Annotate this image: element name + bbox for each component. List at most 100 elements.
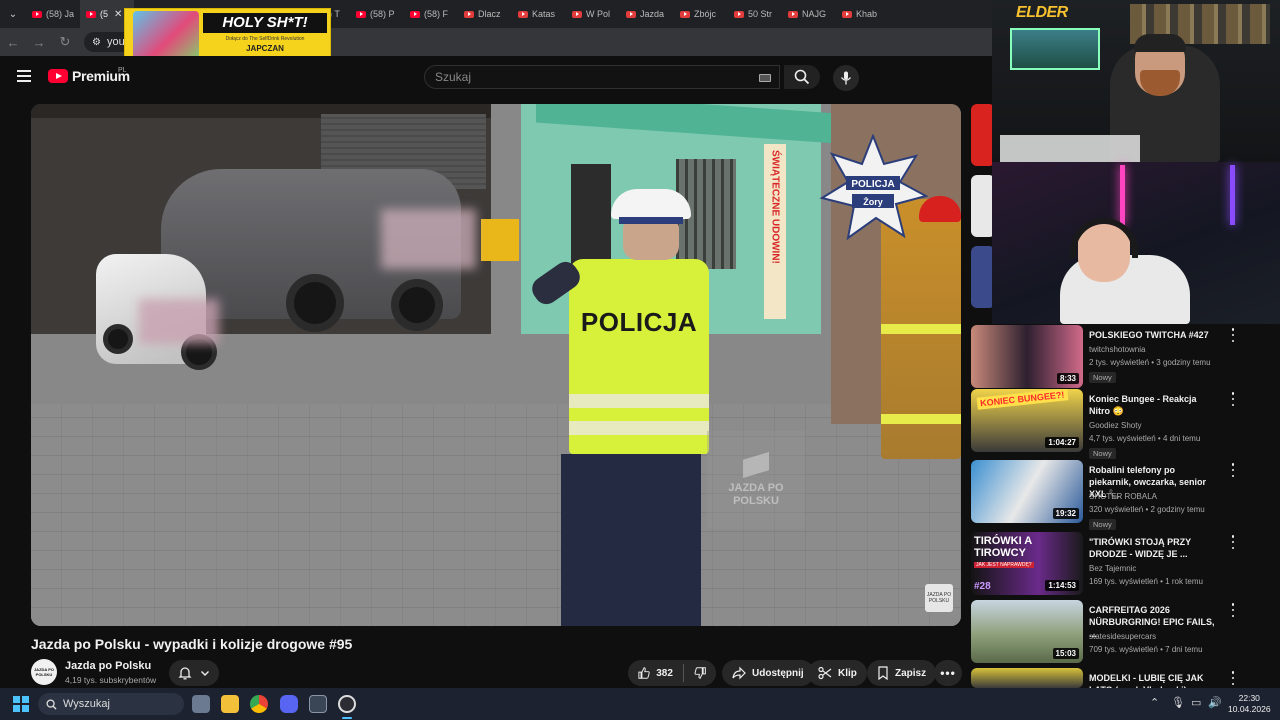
rec-thumbnail[interactable]: KONIEC BUNGEE?! 1:04:27 <box>971 389 1083 452</box>
obs-icon[interactable] <box>338 695 356 713</box>
thumbs-up-icon[interactable] <box>638 666 650 680</box>
rec-thumbnail-text: TIRÓWKI A TIROWCY <box>974 535 1032 559</box>
rec-title[interactable]: POLSKIEGO TWITCHA #427 <box>1089 329 1219 341</box>
rec-title[interactable]: MODELKI - LUBIĘ CIĘ JAK LATO (prod. Vlod… <box>1089 672 1219 688</box>
browser-tab[interactable]: W Pol <box>566 0 620 28</box>
rec-channel[interactable]: Bez Tajemnic <box>1089 564 1136 573</box>
rec-thumbnail[interactable]: 15:03 <box>971 600 1083 663</box>
tab-title: Dlacz <box>478 9 501 19</box>
channel-name[interactable]: Jazda po Polsku <box>65 660 151 672</box>
save-button[interactable]: Zapisz <box>867 660 937 686</box>
video-blurred-plate <box>139 299 219 344</box>
rec-duration: 8:33 <box>1056 373 1079 384</box>
tab-title: Katas <box>532 9 556 19</box>
browser-tab[interactable]: Khab <box>836 0 890 28</box>
video-car-wheel <box>286 274 344 332</box>
youtube-favicon-icon <box>32 10 42 18</box>
search-button[interactable] <box>784 65 820 89</box>
rec-channel[interactable]: Goodiez Shoty <box>1089 421 1141 430</box>
browser-tab[interactable]: Jazda <box>620 0 674 28</box>
back-icon[interactable]: ← <box>6 35 20 50</box>
share-button[interactable]: Udostępnij <box>722 660 814 686</box>
clip-button[interactable]: Klip <box>808 660 867 686</box>
like-count[interactable]: 382 <box>656 668 673 679</box>
task-view-icon[interactable] <box>192 695 210 713</box>
video-reflective-stripe <box>881 324 961 334</box>
taskbar-search[interactable]: Wyszukaj <box>38 693 184 715</box>
rec-thumbnail-number: #28 <box>974 581 991 592</box>
discord-icon[interactable] <box>280 695 298 713</box>
browser-tab[interactable]: (58) P <box>350 0 404 28</box>
clock-date: 10.04.2026 <box>1228 704 1271 714</box>
file-explorer-icon[interactable] <box>221 695 239 713</box>
chrome-icon[interactable] <box>250 695 268 713</box>
video-cap-visor <box>619 217 683 224</box>
scissors-icon <box>818 666 832 680</box>
browser-tab[interactable]: Zbójc <box>674 0 728 28</box>
tab-title: 50 Str <box>748 9 773 19</box>
rec-channel[interactable]: statesidesupercars <box>1089 632 1156 641</box>
microphone-tray-icon[interactable]: 🎙 <box>1171 696 1185 709</box>
browser-tab[interactable]: (58) F <box>404 0 458 28</box>
volume-icon[interactable]: 🔊 <box>1208 696 1222 709</box>
channel-avatar[interactable]: JAZDA PO POLSKU <box>31 659 57 685</box>
rec-thumbnail[interactable]: 19:32 <box>971 460 1083 523</box>
keyboard-icon[interactable] <box>759 74 771 82</box>
menu-icon[interactable] <box>17 70 31 82</box>
browser-tab[interactable]: Dlacz <box>458 0 512 28</box>
voice-search-button[interactable] <box>833 65 859 91</box>
rec-channel[interactable]: SHOTER ROBALA <box>1089 492 1157 501</box>
tab-title: W Pol <box>586 9 611 19</box>
video-player[interactable]: ŚWIĄTECZNE UDOWIN! POLICJA POLICJA Żory … <box>31 104 961 626</box>
more-actions-button[interactable]: ••• <box>934 660 962 686</box>
network-icon[interactable]: ▭ <box>1191 696 1201 709</box>
search-input[interactable]: Szukaj <box>424 65 780 89</box>
rec-thumbnail[interactable]: 8:33 <box>971 325 1083 388</box>
notifications-button[interactable] <box>169 660 219 686</box>
rec-thumbnail[interactable]: TIRÓWKI A TIROWCY JAK JEST NAPRAWDĘ? #28 1:… <box>971 532 1083 595</box>
rec-title[interactable]: "TIRÓWKI STOJĄ PRZY DRODZE - WIDZĘ JE ..… <box>1089 536 1219 560</box>
browser-tab[interactable]: 50 Str <box>728 0 782 28</box>
more-vertical-icon[interactable] <box>1228 463 1238 477</box>
more-vertical-icon[interactable] <box>1228 392 1238 406</box>
system-clock[interactable]: 22:30 10.04.2026 <box>1228 693 1271 715</box>
country-code: PL <box>118 67 127 74</box>
site-favicon-icon <box>788 10 798 18</box>
active-app-indicator <box>342 717 352 719</box>
video-meter-box <box>481 219 519 261</box>
youtube-favicon-icon <box>356 10 366 18</box>
tab-title: (5 <box>100 9 109 19</box>
rec-channel[interactable]: twitchshotownia <box>1089 345 1145 354</box>
channel-corner-logo[interactable]: JAZDA PO POLSKU <box>925 584 953 612</box>
clip-label: Klip <box>838 667 857 679</box>
bell-icon <box>178 667 192 680</box>
more-vertical-icon[interactable] <box>1228 671 1238 685</box>
more-vertical-icon[interactable] <box>1228 328 1238 342</box>
app-icon[interactable] <box>309 695 327 713</box>
close-icon[interactable]: ✕ <box>114 9 122 20</box>
more-vertical-icon[interactable] <box>1228 603 1238 617</box>
tab-title: NAJG <box>802 9 827 19</box>
chevron-down-icon <box>201 671 209 676</box>
windows-start-icon[interactable] <box>13 696 29 712</box>
reload-icon[interactable]: ↻ <box>58 34 72 50</box>
rec-new-badge: Nowy <box>1089 372 1116 383</box>
more-vertical-icon[interactable] <box>1228 535 1238 549</box>
tray-overflow-icon[interactable]: ⌃ <box>1150 696 1159 709</box>
rec-title[interactable]: Koniec Bungee - Reakcja Nitro 😳 <box>1089 393 1219 417</box>
rec-thumbnail[interactable] <box>971 668 1083 688</box>
save-label: Zapisz <box>895 667 927 679</box>
tab-search-button[interactable]: ⌄ <box>0 0 26 28</box>
watermark-line1: JAZDA PO <box>728 482 784 494</box>
rec-meta: 169 tys. wyświetleń • 1 rok temu <box>1089 577 1203 586</box>
browser-tab[interactable]: Katas <box>512 0 566 28</box>
browser-tab[interactable]: NAJG <box>782 0 836 28</box>
video-reflective-stripe <box>569 394 709 408</box>
search-icon <box>794 69 810 85</box>
thumbs-down-icon[interactable] <box>694 666 706 680</box>
forward-icon[interactable]: → <box>32 35 46 50</box>
tab-title: (58) F <box>424 9 449 19</box>
browser-tab[interactable]: (58) Ja <box>26 0 80 28</box>
site-info-icon[interactable]: ⚙ <box>92 37 101 48</box>
site-favicon-icon <box>734 10 744 18</box>
